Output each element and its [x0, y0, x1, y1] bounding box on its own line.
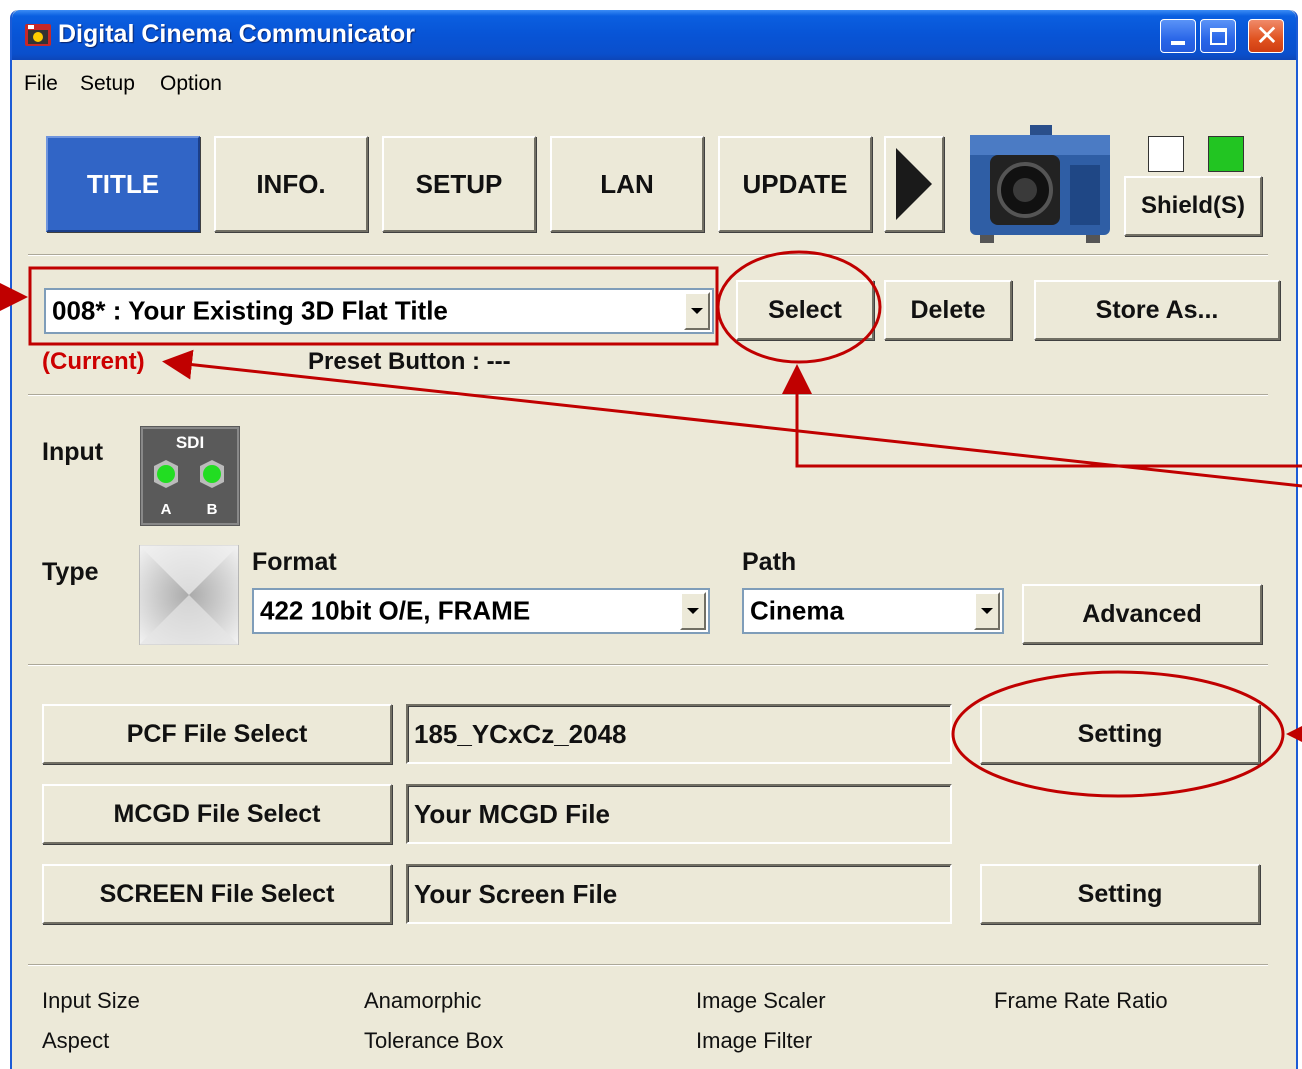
menu-file[interactable]: File	[24, 72, 58, 96]
app-icon	[25, 24, 51, 46]
sdi-input-icon[interactable]: SDI A B	[140, 426, 240, 526]
current-status: (Current)	[42, 348, 145, 375]
delete-button[interactable]: Delete	[884, 280, 1012, 340]
select-button[interactable]: Select	[736, 280, 874, 340]
separator	[28, 254, 1268, 256]
next-tab-button[interactable]	[884, 136, 944, 232]
maximize-button[interactable]	[1200, 19, 1236, 53]
path-dropdown[interactable]: Cinema	[742, 588, 1004, 634]
path-dropdown-value: Cinema	[750, 595, 844, 626]
tolerance-box-label: Tolerance Box	[364, 1028, 504, 1053]
port-b-label: B	[207, 501, 218, 518]
close-icon: ✕	[1255, 20, 1279, 51]
minimize-icon	[1171, 41, 1185, 45]
shield-button[interactable]: Shield(S)	[1124, 176, 1262, 236]
screen-file-field: Your Screen File	[406, 864, 952, 924]
screen-file-select-button[interactable]: SCREEN File Select	[42, 864, 392, 924]
tab-info[interactable]: INFO.	[214, 136, 368, 232]
title-bar[interactable]: Digital Cinema Communicator ✕	[12, 10, 1296, 60]
anamorphic-label: Anamorphic	[364, 988, 482, 1013]
image-filter-label: Image Filter	[696, 1028, 813, 1053]
frame-rate-ratio-label: Frame Rate Ratio	[994, 988, 1168, 1013]
mcgd-file-select-button[interactable]: MCGD File Select	[42, 784, 392, 844]
port-a-label: A	[161, 501, 172, 518]
close-button[interactable]: ✕	[1248, 19, 1284, 53]
format-label: Format	[252, 548, 337, 576]
path-label: Path	[742, 548, 797, 576]
pcf-file-select-button[interactable]: PCF File Select	[42, 704, 392, 764]
menu-setup[interactable]: Setup	[80, 72, 135, 96]
maximize-icon	[1210, 28, 1227, 45]
pcf-file-field: 185_YCxCz_2048	[406, 704, 952, 764]
aspect-label: Aspect	[42, 1028, 110, 1053]
screen-setting-button[interactable]: Setting	[980, 864, 1260, 924]
window-title: Digital Cinema Communicator	[58, 20, 415, 48]
format-dropdown[interactable]: 422 10bit O/E, FRAME	[252, 588, 710, 634]
type-icon[interactable]	[139, 545, 239, 645]
minimize-button[interactable]	[1160, 19, 1196, 53]
chevron-down-icon[interactable]	[680, 592, 706, 630]
title-dropdown[interactable]: 008* : Your Existing 3D Flat Title	[44, 288, 714, 334]
input-size-label: Input Size	[42, 988, 140, 1013]
tab-lan[interactable]: LAN	[550, 136, 704, 232]
title-dropdown-value: 008* : Your Existing 3D Flat Title	[52, 295, 448, 326]
advanced-button[interactable]: Advanced	[1022, 584, 1262, 644]
preset-button-label: Preset Button : ---	[308, 348, 511, 375]
app-window: Digital Cinema Communicator ✕ File Setup…	[10, 10, 1298, 1069]
tab-update[interactable]: UPDATE	[718, 136, 872, 232]
image-scaler-label: Image Scaler	[696, 988, 826, 1013]
projector-icon	[970, 125, 1110, 243]
tab-title[interactable]: TITLE	[46, 136, 200, 232]
menu-option[interactable]: Option	[160, 72, 222, 96]
shield-on-indicator	[1208, 136, 1244, 172]
chevron-down-icon[interactable]	[974, 592, 1000, 630]
separator	[28, 394, 1268, 396]
mcgd-file-field: Your MCGD File	[406, 784, 952, 844]
sdi-badge-text: SDI	[176, 433, 204, 452]
tab-setup[interactable]: SETUP	[382, 136, 536, 232]
play-arrow-icon	[896, 148, 932, 220]
type-label: Type	[42, 558, 99, 586]
input-label: Input	[42, 438, 104, 466]
format-dropdown-value: 422 10bit O/E, FRAME	[260, 595, 531, 626]
separator	[28, 964, 1268, 966]
separator	[28, 664, 1268, 666]
pcf-setting-button[interactable]: Setting	[980, 704, 1260, 764]
store-as-button[interactable]: Store As...	[1034, 280, 1280, 340]
chevron-down-icon[interactable]	[684, 292, 710, 330]
shield-off-indicator	[1148, 136, 1184, 172]
